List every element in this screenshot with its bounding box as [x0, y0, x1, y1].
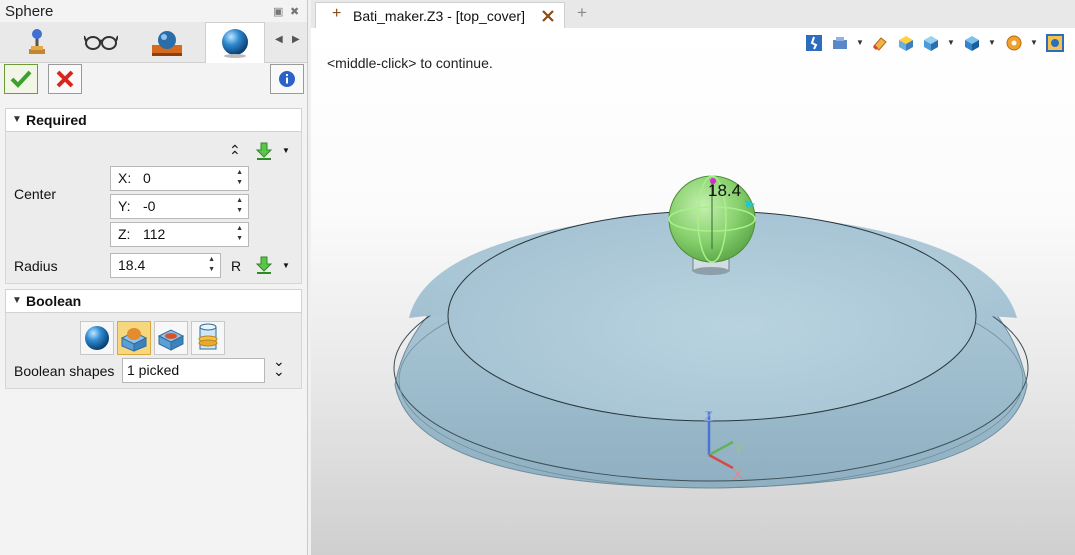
- close-panel-icon[interactable]: ✖: [290, 5, 299, 18]
- sphere-icon: [85, 326, 109, 350]
- radius-pick-arrow-icon[interactable]: [255, 256, 273, 274]
- sphere-command-panel: Sphere ▣ ✖ ◀ ▶ ▼ Required ⌃ ⌃ ▼ Center X…: [0, 0, 308, 555]
- tab-glasses[interactable]: [72, 22, 130, 62]
- boolean-remove-icon: [157, 329, 185, 351]
- y-value: -0: [143, 198, 156, 214]
- expand-down-icon[interactable]: ⌄ ⌄: [273, 354, 285, 378]
- boolean-section-header[interactable]: ▼ Boolean: [5, 289, 302, 313]
- viewport-area: + Bati_maker.Z3 - [top_cover] + <middle-…: [311, 0, 1075, 555]
- y-axis-label: Y:: [118, 198, 131, 214]
- required-title: Required: [26, 112, 87, 128]
- radius-dimension[interactable]: 18.4: [708, 181, 741, 200]
- collapse-triangle-icon: ▼: [12, 114, 22, 125]
- radius-spinner-icon[interactable]: ▲ ▼: [208, 255, 215, 275]
- model-scene: 18.4 Z Y X: [393, 175, 1029, 489]
- tab-sphere-on-block[interactable]: [138, 22, 196, 62]
- axis-y-label: Y: [734, 441, 744, 458]
- cancel-button[interactable]: [48, 64, 82, 94]
- axis-x-label: X: [733, 466, 743, 483]
- center-y-input[interactable]: Y: -0 ▲ ▼: [110, 194, 249, 219]
- tab-joystick[interactable]: [8, 22, 66, 62]
- document-modified-icon: +: [332, 5, 342, 22]
- boolean-add-icon: [120, 328, 148, 352]
- radius-label: Radius: [14, 258, 58, 274]
- panel-title: Sphere: [5, 3, 54, 20]
- radius-dropdown-icon[interactable]: ▼: [282, 261, 290, 270]
- collapse-up-icon-2: ⌃: [229, 148, 241, 164]
- document-tab-bar: + Bati_maker.Z3 - [top_cover] +: [311, 0, 1075, 29]
- center-z-input[interactable]: Z: 112 ▲ ▼: [110, 222, 249, 247]
- z-value: 112: [143, 226, 166, 242]
- center-x-input[interactable]: X: 0 ▲ ▼: [110, 166, 249, 191]
- info-button[interactable]: [270, 64, 304, 94]
- x-spinner-icon[interactable]: ▲ ▼: [236, 168, 243, 188]
- required-section-header[interactable]: ▼ Required: [5, 108, 302, 132]
- axis-z-label: Z: [704, 408, 713, 425]
- tab-sphere[interactable]: [205, 22, 265, 63]
- sphere-on-block-icon: [152, 31, 182, 56]
- radius-input[interactable]: 18.4 ▲ ▼: [110, 253, 221, 278]
- document-tab[interactable]: + Bati_maker.Z3 - [top_cover]: [315, 2, 565, 28]
- center-label: Center: [14, 186, 57, 202]
- new-tab-button[interactable]: +: [577, 3, 587, 23]
- glasses-icon: [84, 35, 118, 50]
- pin-icon[interactable]: ▣: [273, 5, 283, 18]
- info-icon: [279, 71, 295, 87]
- pick-dropdown-icon[interactable]: ▼: [282, 146, 290, 155]
- boolean-base-button[interactable]: [80, 321, 114, 355]
- boolean-remove-button[interactable]: [154, 321, 188, 355]
- boolean-add-button[interactable]: [117, 321, 151, 355]
- boolean-shapes-input[interactable]: 1 picked: [122, 358, 265, 383]
- document-tab-title: Bati_maker.Z3 - [top_cover]: [353, 8, 525, 24]
- boolean-shapes-value: 1 picked: [127, 362, 180, 378]
- sphere-icon: [222, 29, 248, 58]
- joystick-icon: [29, 29, 45, 54]
- tab-scroll-left-icon[interactable]: ◀: [275, 34, 283, 45]
- x-axis-label: X:: [118, 170, 132, 186]
- collapse-triangle-icon: ▼: [12, 295, 22, 306]
- y-spinner-icon[interactable]: ▲ ▼: [236, 196, 243, 216]
- z-axis-label: Z:: [118, 226, 131, 242]
- boolean-title: Boolean: [26, 293, 82, 309]
- x-value: 0: [143, 170, 151, 186]
- z-spinner-icon[interactable]: ▲ ▼: [236, 224, 243, 244]
- tool-tab-strip: ◀ ▶: [0, 22, 307, 63]
- boolean-shapes-label: Boolean shapes: [14, 363, 115, 379]
- boolean-intersect-button[interactable]: [191, 321, 225, 355]
- pick-down-arrow-icon[interactable]: [255, 142, 273, 160]
- close-tab-icon[interactable]: [542, 10, 554, 22]
- radius-value: 18.4: [118, 257, 146, 273]
- tab-scroll-right-icon[interactable]: ▶: [292, 34, 300, 45]
- x-icon: [56, 70, 74, 88]
- check-icon: [10, 70, 32, 88]
- radius-suffix: R: [231, 258, 242, 274]
- ok-button[interactable]: [4, 64, 38, 94]
- 3d-viewport[interactable]: <middle-click> to continue. ▼ ▼ ▼ ▼ 18.4…: [311, 28, 1075, 555]
- boolean-intersect-icon: [198, 323, 218, 350]
